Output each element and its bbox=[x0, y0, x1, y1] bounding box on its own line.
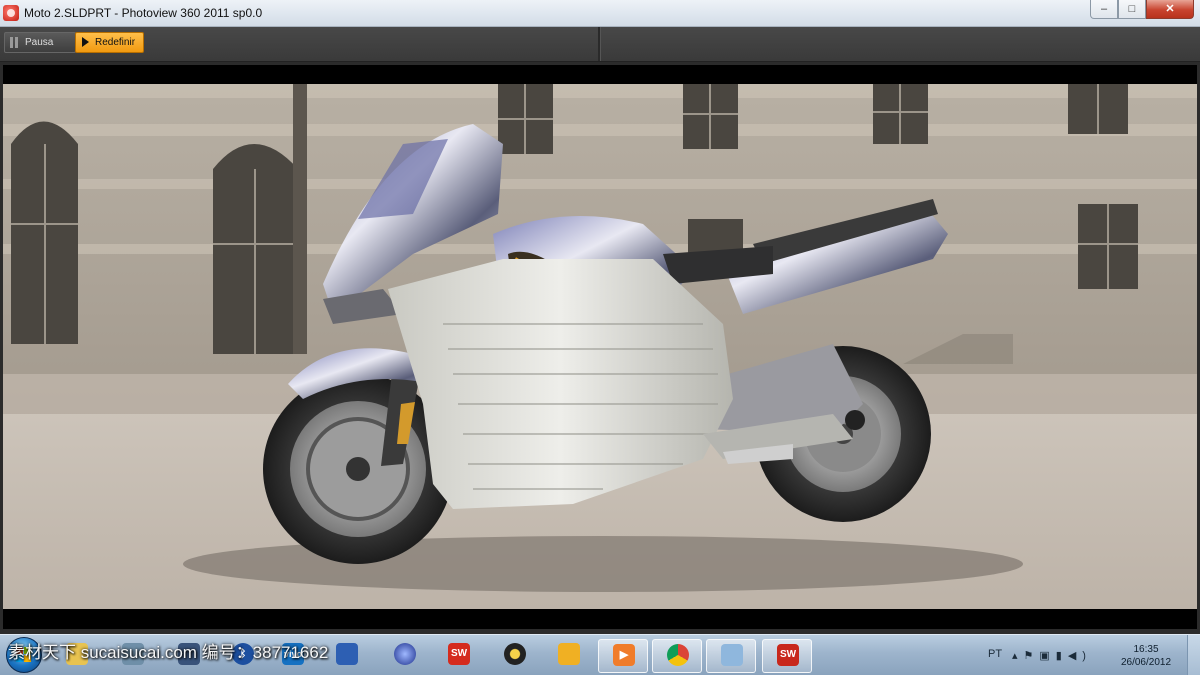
chrome-icon bbox=[667, 644, 689, 666]
taskbar-app-sphere[interactable] bbox=[380, 639, 428, 671]
taskbar-app-disk[interactable] bbox=[108, 639, 156, 671]
security-icon bbox=[178, 643, 200, 665]
close-button[interactable]: ✕ bbox=[1146, 0, 1194, 19]
render-viewport[interactable] bbox=[3, 65, 1197, 629]
reset-button[interactable]: Redefinir bbox=[75, 32, 144, 53]
tray-icons[interactable]: ▴⚑▣▮◀) bbox=[1012, 649, 1092, 662]
title-bar: Moto 2.SLDPRT - Photoview 360 2011 sp0.0… bbox=[0, 0, 1200, 27]
dvd-icon bbox=[504, 643, 526, 665]
pause-button[interactable]: Pausa bbox=[4, 32, 76, 53]
vivo-icon: vivo bbox=[282, 643, 304, 665]
pause-icon bbox=[10, 37, 13, 48]
sphere-icon bbox=[394, 643, 416, 665]
taskbar-app-paint[interactable] bbox=[706, 639, 756, 673]
system-tray: PT ▴⚑▣▮◀) 16:35 26/06/2012 bbox=[980, 635, 1200, 675]
minimize-button[interactable]: – bbox=[1090, 0, 1118, 19]
game-icon bbox=[558, 643, 580, 665]
disk-icon bbox=[122, 643, 144, 665]
solidworks-active-icon: SW bbox=[777, 644, 799, 666]
media-player-icon: ▶ bbox=[613, 644, 635, 666]
app-icon[interactable] bbox=[3, 5, 19, 21]
taskbar-app-dvd[interactable] bbox=[490, 639, 538, 671]
render-toolbar: Pausa Redefinir bbox=[0, 27, 1200, 62]
paint-icon bbox=[721, 644, 743, 666]
clock-date: 26/06/2012 bbox=[1120, 657, 1172, 668]
pause-label: Pausa bbox=[25, 37, 54, 48]
render-image bbox=[3, 84, 1197, 609]
clock-time: 16:35 bbox=[1133, 644, 1159, 655]
maximize-button[interactable]: □ bbox=[1118, 0, 1146, 19]
taskbar-app-security[interactable] bbox=[164, 639, 212, 671]
toolbar-divider bbox=[598, 27, 601, 61]
window-controls: – □ ✕ bbox=[1090, 0, 1194, 20]
clock[interactable]: 16:35 26/06/2012 bbox=[1118, 643, 1174, 669]
taskbar-app-vivo[interactable]: vivo bbox=[268, 639, 316, 671]
bluetooth-icon: ᛒ bbox=[232, 643, 254, 665]
taskbar-app-solidworks[interactable]: SW bbox=[434, 639, 482, 671]
reset-label: Redefinir bbox=[95, 37, 136, 48]
cube-icon bbox=[336, 643, 358, 665]
windows-taskbar: ᛒ vivo SW ▶ SW 素材天下 sucaisucai.com 编号：38… bbox=[0, 634, 1200, 675]
play-icon bbox=[82, 37, 89, 47]
solidworks-icon: SW bbox=[448, 643, 470, 665]
taskbar-app-game[interactable] bbox=[544, 639, 592, 671]
taskbar-app-media-player[interactable]: ▶ bbox=[598, 639, 648, 673]
taskbar-app-solidworks-active[interactable]: SW bbox=[762, 639, 812, 673]
taskbar-app-cube[interactable] bbox=[322, 639, 370, 671]
language-indicator[interactable]: PT bbox=[988, 648, 1002, 660]
taskbar-app-chrome[interactable] bbox=[652, 639, 702, 673]
taskbar-app-explorer[interactable] bbox=[52, 639, 100, 671]
window-title: Moto 2.SLDPRT - Photoview 360 2011 sp0.0 bbox=[24, 6, 263, 20]
show-desktop-button[interactable] bbox=[1187, 635, 1200, 675]
explorer-icon bbox=[66, 643, 88, 665]
start-button[interactable] bbox=[6, 637, 42, 673]
taskbar-app-bluetooth[interactable]: ᛒ bbox=[218, 639, 266, 671]
